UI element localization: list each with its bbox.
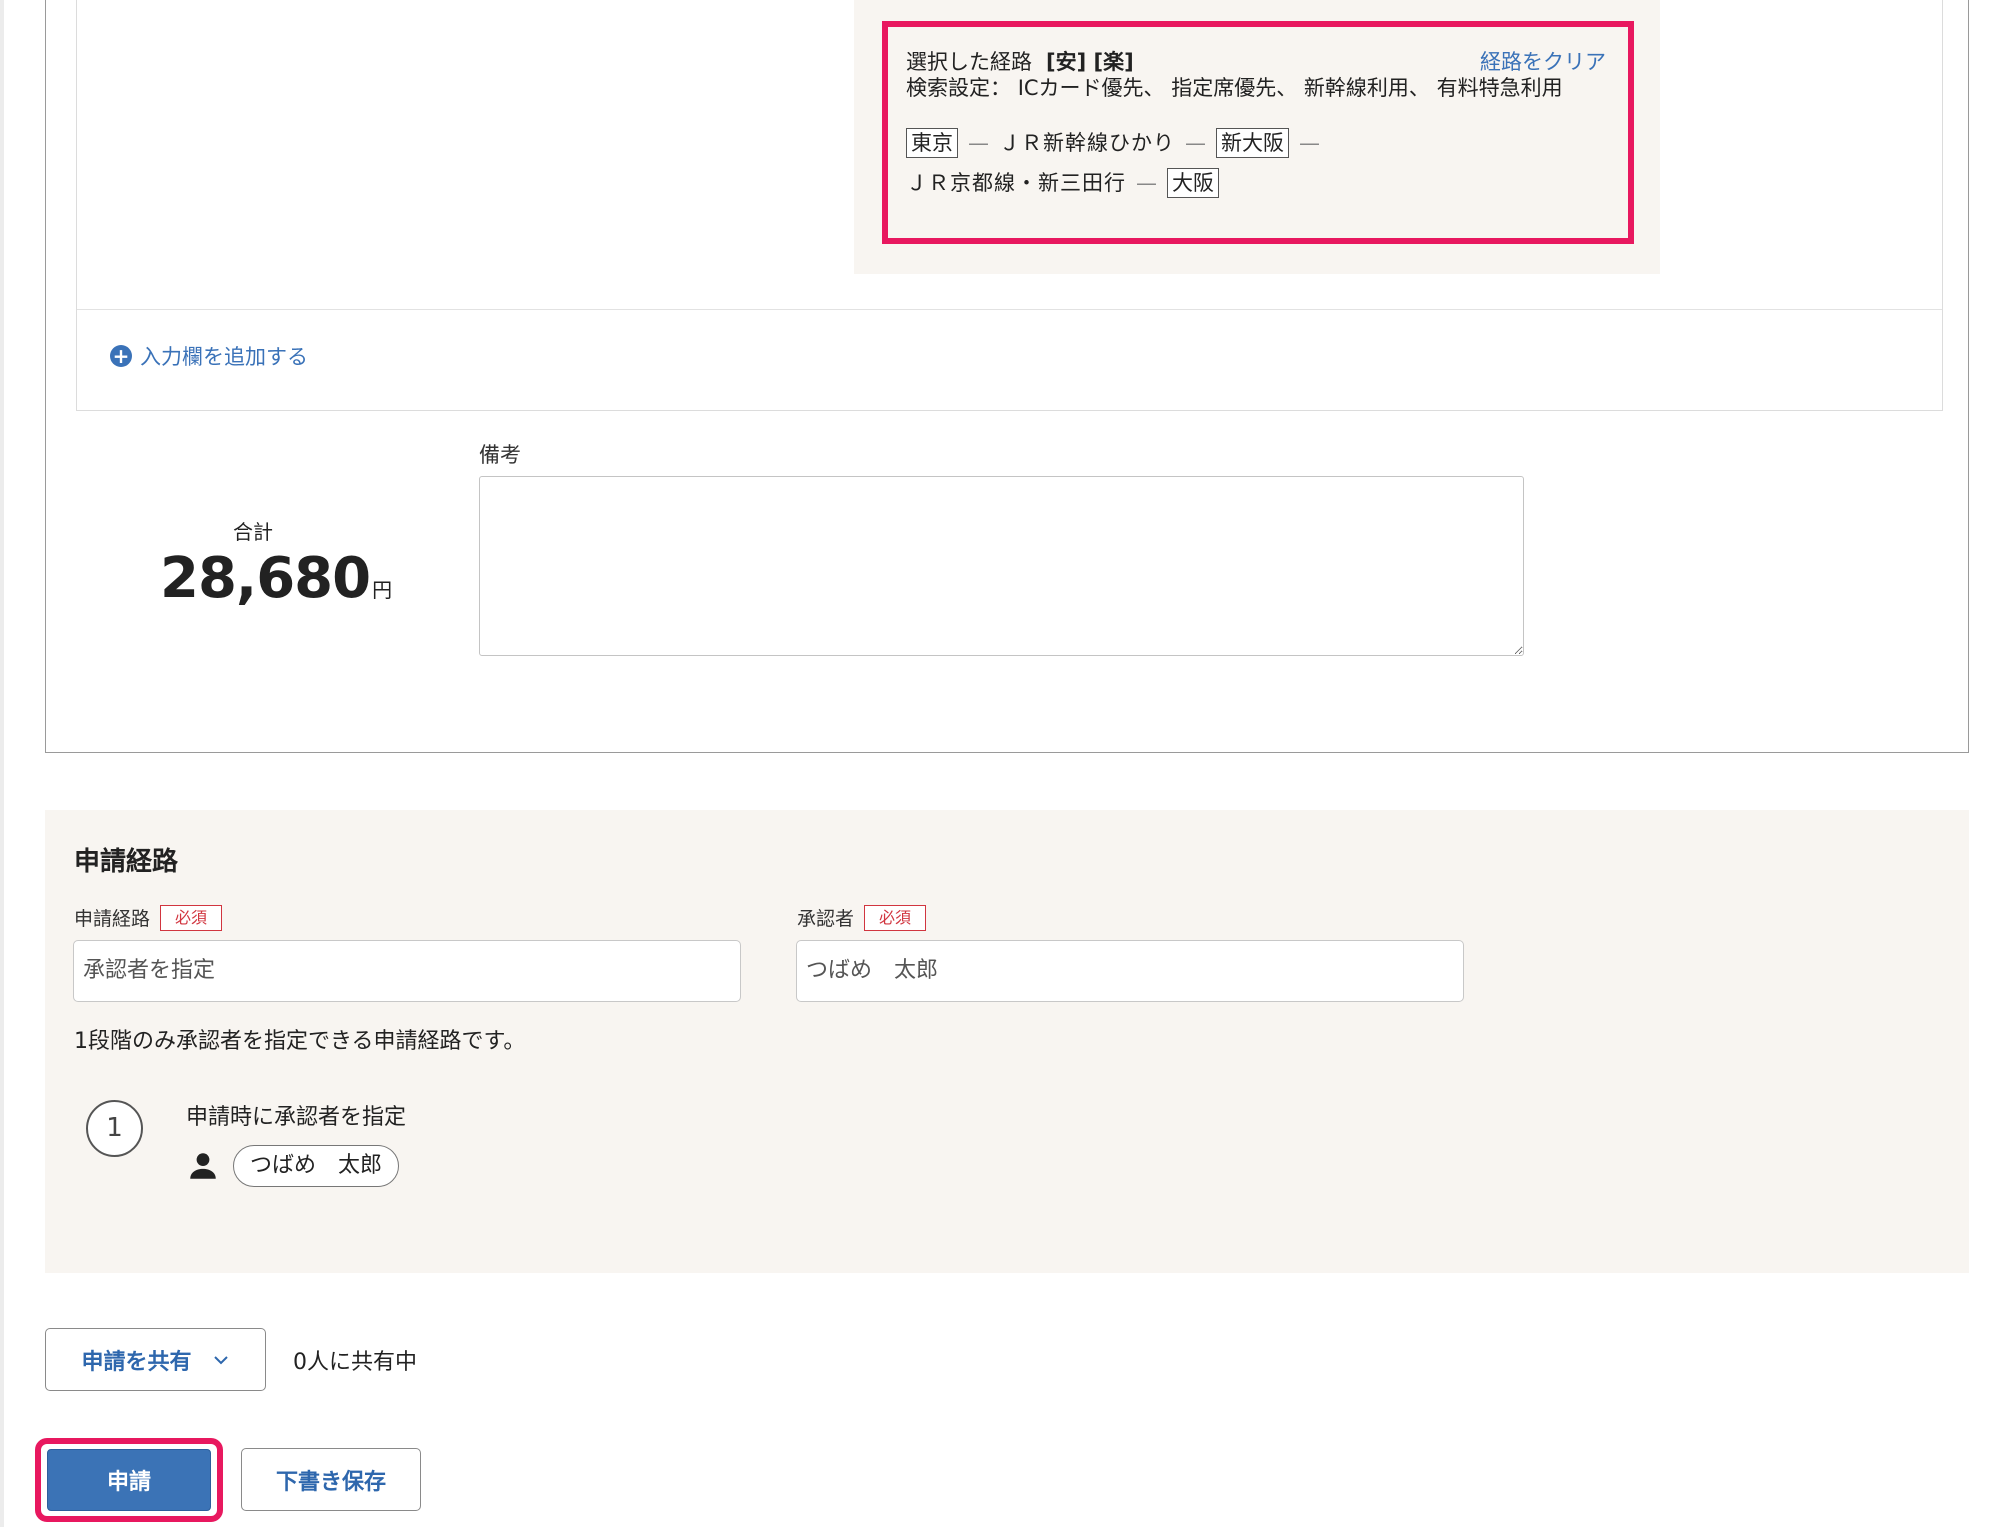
approval-route-select[interactable]: 承認者を指定 [73, 940, 741, 1002]
share-request-button[interactable]: 申請を共有 [45, 1328, 266, 1391]
step-description: 申請時に承認者を指定 [186, 1105, 407, 1130]
approver-chip: つばめ 太郎 [233, 1145, 400, 1187]
settings-value: ICカード優先、 指定席優先、 新幹線利用、 有料特急利用 [1017, 76, 1563, 100]
route-search-settings: 検索設定： ICカード優先、 指定席優先、 新幹線利用、 有料特急利用 [906, 75, 1606, 101]
transport-rows-box: 選択した経路 [安] [楽] 経路をクリア 検索設定： ICカード優先、 指定席… [76, 0, 1943, 411]
line-kyoto: ＪＲ京都線・新三田行 [906, 171, 1126, 195]
person-icon [190, 1153, 216, 1179]
expense-card: 選択した経路 [安] [楽] 経路をクリア 検索設定： ICカード優先、 指定席… [45, 0, 1969, 753]
step-number-badge: 1 [86, 1100, 143, 1157]
route-dash: — [1185, 131, 1206, 155]
share-status: 0人に共有中 [293, 1350, 417, 1375]
chevron-down-icon [213, 1355, 228, 1364]
route-summary: 選択した経路 [安] [楽] 経路をクリア 検索設定： ICカード優先、 指定席… [906, 49, 1606, 203]
approver-input[interactable]: つばめ 太郎 [796, 940, 1464, 1002]
route-dash: — [1299, 131, 1320, 155]
add-row-label: 入力欄を追加する [140, 345, 308, 369]
section-title: 申請経路 [74, 847, 179, 877]
submit-button[interactable]: 申請 [47, 1449, 211, 1511]
notes-label: 備考 [479, 443, 521, 467]
route-dash: — [1136, 171, 1157, 195]
selected-route-panel: 選択した経路 [安] [楽] 経路をクリア 検索設定： ICカード優先、 指定席… [854, 0, 1660, 274]
save-draft-button[interactable]: 下書き保存 [241, 1448, 421, 1511]
route-field-label: 申請経路 [74, 908, 151, 930]
left-edge-rule [0, 0, 4, 1527]
plus-circle-icon: + [110, 345, 132, 367]
station-shin-osaka: 新大阪 [1216, 128, 1289, 158]
station-tokyo: 東京 [906, 128, 958, 158]
required-badge: 必須 [864, 904, 927, 931]
approver-field-label-row: 承認者 必須 [797, 904, 927, 931]
route-dash: — [968, 131, 989, 155]
total-label: 合計 [233, 520, 273, 544]
share-button-label: 申請を共有 [81, 1349, 192, 1375]
add-row-button[interactable]: + 入力欄を追加する [110, 341, 308, 371]
route-help-text: 1段階のみ承認者を指定できる申請経路です。 [74, 1029, 526, 1054]
route-title: 選択した経路 [906, 50, 1032, 74]
clear-route-link[interactable]: 経路をクリア [1480, 49, 1606, 75]
rows-divider [77, 309, 1942, 310]
route-field-label-row: 申請経路 必須 [74, 904, 223, 931]
step-approver-row: つばめ 太郎 [186, 1145, 400, 1187]
route-highlight-frame: 選択した経路 [安] [楽] 経路をクリア 検索設定： ICカード優先、 指定席… [882, 21, 1634, 244]
total-number: 28,680 [160, 546, 371, 611]
line-shinkansen: ＪＲ新幹線ひかり [999, 131, 1175, 155]
settings-label: 検索設定： [906, 76, 1011, 100]
approval-route-section: 申請経路 申請経路 必須 承認者を指定 承認者 必須 つばめ 太郎 1段階のみ承… [45, 810, 1969, 1273]
approver-field-label: 承認者 [797, 908, 855, 930]
route-path: 東京 — ＪＲ新幹線ひかり — 新大阪 — ＪＲ京都線・新三田行 — 大阪 [906, 123, 1606, 203]
required-badge: 必須 [160, 904, 223, 931]
total-unit: 円 [372, 578, 393, 602]
route-tags: [安] [楽] [1046, 50, 1134, 74]
route-title-row: 選択した経路 [安] [楽] 経路をクリア [906, 49, 1606, 75]
notes-textarea[interactable] [479, 476, 1524, 656]
station-osaka: 大阪 [1167, 168, 1219, 198]
total-amount: 28,680 円 [160, 546, 392, 611]
